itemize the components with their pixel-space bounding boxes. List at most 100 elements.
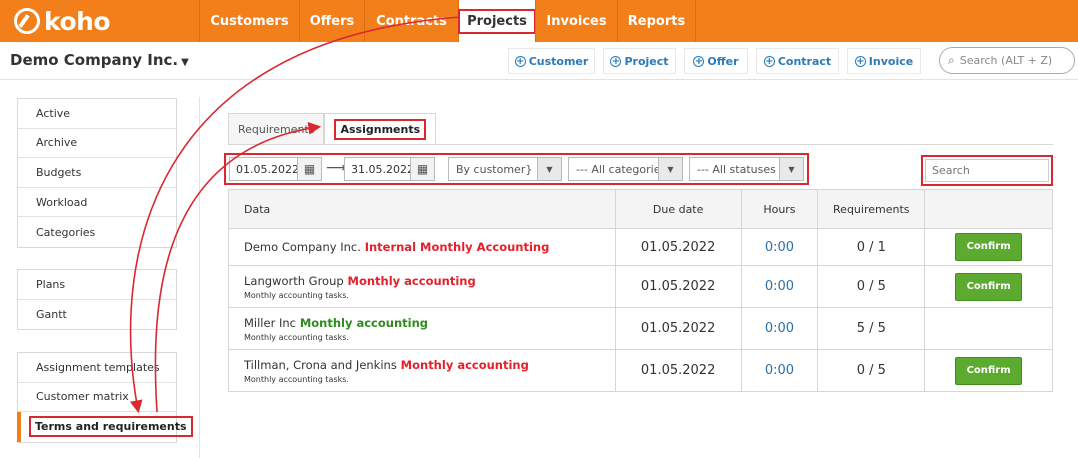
due-date: 01.05.2022 [614, 228, 742, 266]
nav-contracts[interactable]: Contracts [364, 0, 458, 42]
sidebar-item-categories[interactable]: Categories [18, 217, 176, 247]
confirm-button[interactable]: Confirm [955, 272, 1023, 301]
quick-label: Invoice [868, 54, 914, 68]
requirements-count: 0 / 5 [817, 349, 926, 392]
sidebar-item-plans[interactable]: Plans [18, 270, 176, 300]
nav-label: Invoices [546, 13, 607, 29]
plus-circle-icon: + [514, 55, 526, 67]
due-date: 01.05.2022 [614, 349, 742, 392]
sidebar-label: Gantt [36, 307, 67, 321]
calendar-icon[interactable]: ▦ [297, 157, 322, 181]
table-row: Tillman, Crona and Jenkins Monthly accou… [228, 349, 1053, 392]
column-header-data[interactable]: Data [228, 189, 616, 229]
requirements-count: 5 / 5 [817, 307, 926, 350]
nav-reports[interactable]: Reports [617, 0, 696, 42]
tab-underline [228, 144, 1053, 145]
sidebar-label: Terms and requirements [29, 416, 193, 438]
tab-label: Assignments [334, 119, 427, 140]
quick-add-contract-button[interactable]: + Contract [756, 48, 839, 74]
caret-down-icon: ▼ [181, 57, 189, 68]
data-cell: Langworth Group Monthly accounting Monthl… [228, 265, 616, 308]
hours-value[interactable]: 0:00 [740, 349, 819, 392]
content-divider [199, 97, 200, 458]
sidebar-item-gantt[interactable]: Gantt [18, 300, 176, 330]
tab-requirements[interactable]: Requirements [228, 113, 325, 145]
hours-value[interactable]: 0:00 [740, 265, 819, 308]
quick-label: Contract [777, 54, 832, 68]
assignment-title[interactable]: Monthly accounting [300, 316, 428, 330]
sidebar-item-active[interactable]: Active [18, 99, 176, 129]
date-from-value: 01.05.2022 [236, 162, 299, 176]
koho-logo[interactable]: koho [14, 6, 111, 36]
due-date: 01.05.2022 [614, 307, 742, 350]
sidebar-item-archive[interactable]: Archive [18, 129, 176, 159]
top-bar: koho Customers Offers Contracts Projects… [0, 0, 1078, 42]
plus-circle-icon: + [610, 55, 622, 67]
group-by-select[interactable]: By customer} ▼ [448, 157, 562, 181]
assignment-title[interactable]: Monthly accounting [401, 358, 529, 372]
nav-invoices[interactable]: Invoices [535, 0, 617, 42]
nav-offers[interactable]: Offers [299, 0, 364, 42]
table-header-row: Data Due date Hours Requirements [228, 189, 1053, 229]
requirements-count: 0 / 5 [817, 265, 926, 308]
column-header-hours[interactable]: Hours [740, 189, 819, 229]
date-from-input[interactable]: 01.05.2022 [229, 157, 299, 181]
sidebar-label: Assignment templates [36, 360, 160, 374]
assignment-description: Monthly accounting tasks. [244, 332, 349, 342]
company-selector[interactable]: Demo Company Inc. ▼ [10, 51, 189, 69]
requirements-count: 0 / 1 [817, 228, 926, 266]
customer-name[interactable]: Langworth Group [244, 274, 344, 288]
sidebar-group-planning: Plans Gantt [17, 269, 177, 331]
sidebar-item-assignment-templates[interactable]: Assignment templates [18, 353, 176, 383]
action-cell: Confirm [924, 265, 1053, 308]
logo-mark-icon [14, 8, 40, 34]
data-cell: Tillman, Crona and Jenkins Monthly accou… [228, 349, 616, 392]
sidebar-item-workload[interactable]: Workload [18, 188, 176, 218]
assignment-description: Monthly accounting tasks. [244, 290, 349, 300]
global-search-placeholder: Search (ALT + Z) [959, 54, 1053, 67]
customer-name[interactable]: Demo Company Inc. [244, 240, 361, 254]
customer-name[interactable]: Miller Inc [244, 316, 296, 330]
tab-label: Requirements [238, 123, 315, 136]
main-nav: Customers Offers Contracts Projects Invo… [199, 0, 696, 42]
quick-add-invoice-button[interactable]: + Invoice [847, 48, 921, 74]
customer-name[interactable]: Tillman, Crona and Jenkins [244, 358, 397, 372]
plus-circle-icon: + [763, 55, 775, 67]
sidebar-item-terms-and-requirements[interactable]: Terms and requirements [17, 412, 193, 442]
action-cell: Confirm [924, 349, 1053, 392]
sidebar-item-customer-matrix[interactable]: Customer matrix [18, 383, 176, 413]
hours-value[interactable]: 0:00 [740, 307, 819, 350]
dropdown-arrow-icon: ▼ [658, 158, 682, 180]
sidebar-group-projects: Active Archive Budgets Workload Categori… [17, 98, 177, 248]
confirm-button[interactable]: Confirm [955, 356, 1023, 385]
category-select[interactable]: --- All categories ▼ [568, 157, 683, 181]
hours-value[interactable]: 0:00 [740, 228, 819, 266]
tab-assignments[interactable]: Assignments [324, 113, 437, 145]
calendar-icon[interactable]: ▦ [410, 157, 435, 181]
search-input[interactable] [925, 159, 1049, 182]
date-to-input[interactable]: 31.05.2022 [344, 157, 414, 181]
quick-label: Offer [707, 54, 739, 68]
nav-label: Contracts [376, 13, 447, 29]
status-value: --- All statuses [697, 162, 776, 176]
due-date: 01.05.2022 [614, 265, 742, 308]
quick-add-project-button[interactable]: + Project [603, 48, 676, 74]
plus-circle-icon: + [854, 55, 866, 67]
quick-add-customer-button[interactable]: + Customer [508, 48, 595, 74]
sidebar-label: Budgets [36, 165, 82, 179]
confirm-button[interactable]: Confirm [955, 233, 1023, 261]
date-to-value: 31.05.2022 [351, 162, 414, 176]
nav-projects[interactable]: Projects [458, 0, 536, 42]
quick-label: Customer [528, 54, 589, 68]
assignment-title[interactable]: Monthly accounting [348, 274, 476, 288]
search-highlight-box [921, 155, 1053, 186]
column-header-due-date[interactable]: Due date [614, 189, 742, 229]
status-select[interactable]: --- All statuses ▼ [689, 157, 804, 181]
tab-bar: Requirements Assignments [228, 113, 437, 145]
nav-customers[interactable]: Customers [199, 0, 299, 42]
assignment-title[interactable]: Internal Monthly Accounting [365, 240, 550, 254]
global-search-input[interactable]: ⌕ Search (ALT + Z) [939, 47, 1075, 74]
quick-add-offer-button[interactable]: + Offer [684, 48, 748, 74]
column-header-requirements[interactable]: Requirements [817, 189, 926, 229]
sidebar-item-budgets[interactable]: Budgets [18, 158, 176, 188]
